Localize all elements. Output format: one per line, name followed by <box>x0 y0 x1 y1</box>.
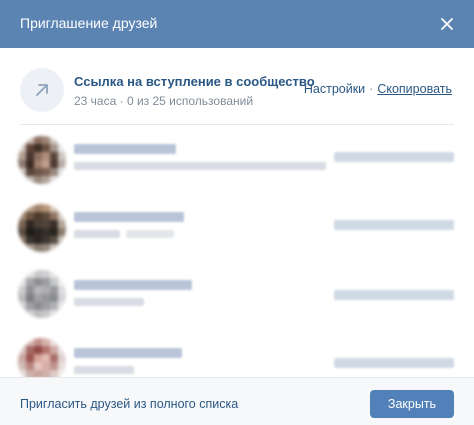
invite-full-list-link[interactable]: Пригласить друзей из полного списка <box>20 397 238 411</box>
close-button[interactable]: Закрыть <box>370 390 454 418</box>
arrow-up-right-icon <box>36 84 48 96</box>
invite-link-actions: Настройки · Скопировать <box>304 82 452 96</box>
friend-row[interactable] <box>0 130 474 194</box>
invite-link-row: Ссылка на вступление в сообщество 23 час… <box>0 48 474 130</box>
friend-row[interactable] <box>0 264 474 328</box>
modal-footer: Пригласить друзей из полного списка Закр… <box>0 377 474 425</box>
invite-link-meta: 23 часа · 0 из 25 использований <box>74 94 254 108</box>
modal-header: Приглашение друзей <box>0 0 474 48</box>
copy-link[interactable]: Скопировать <box>377 82 452 96</box>
close-icon[interactable] <box>436 13 458 35</box>
friend-row[interactable] <box>0 198 474 262</box>
avatar[interactable] <box>18 270 66 318</box>
modal-title: Приглашение друзей <box>20 15 158 31</box>
invite-link-title: Ссылка на вступление в сообщество <box>74 74 315 89</box>
invite-friends-modal: Приглашение друзей Ссылка на вступление … <box>0 0 474 425</box>
actions-separator: · <box>369 82 374 96</box>
avatar[interactable] <box>18 204 66 252</box>
settings-link[interactable]: Настройки <box>304 82 365 96</box>
divider <box>20 124 454 125</box>
avatar[interactable] <box>18 136 66 184</box>
link-avatar <box>20 68 64 112</box>
